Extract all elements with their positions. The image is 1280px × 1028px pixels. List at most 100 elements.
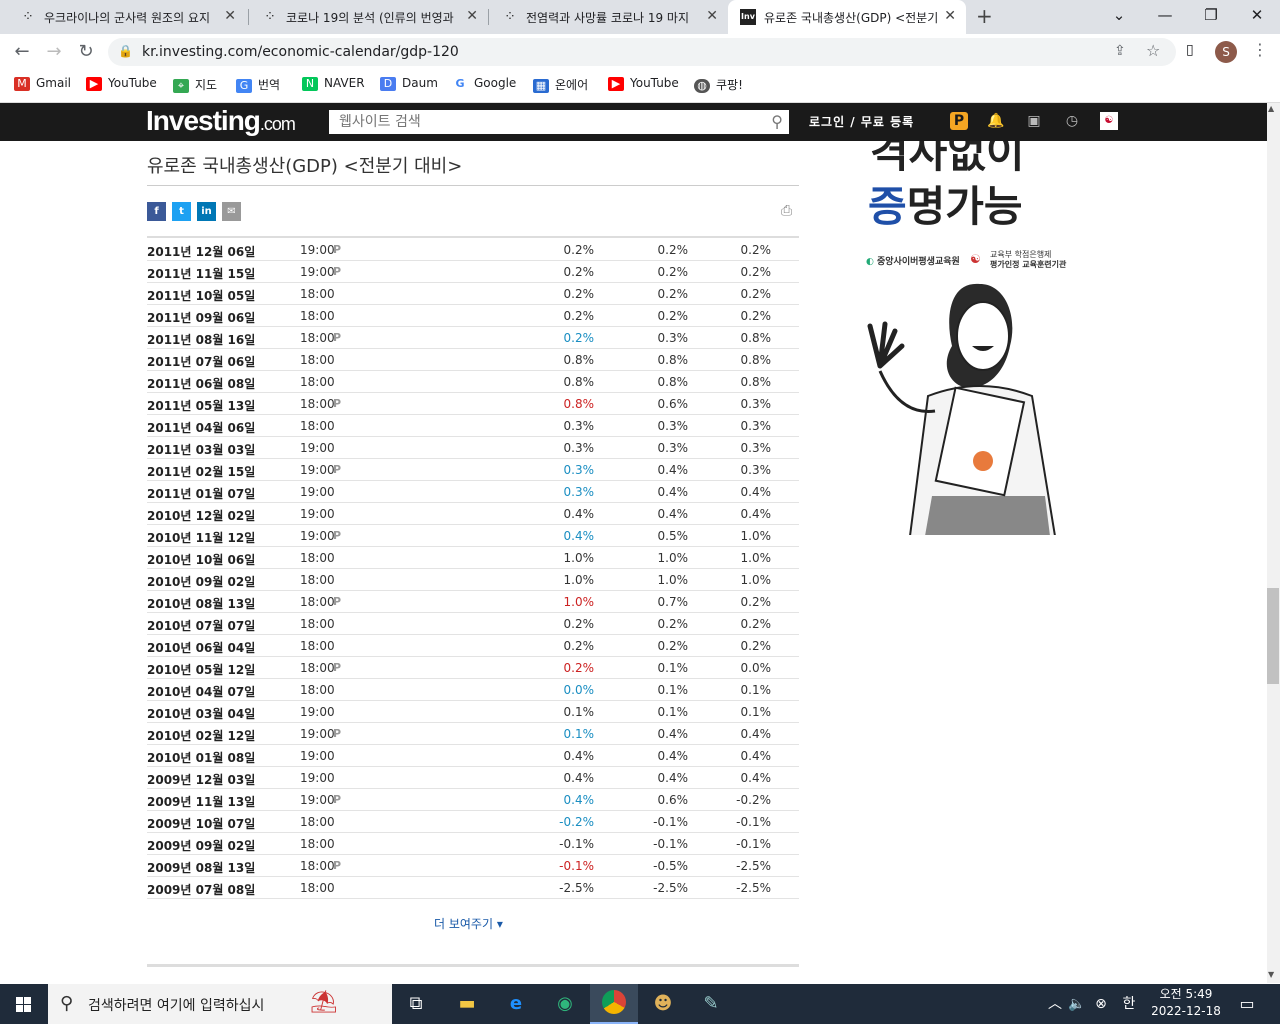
row-time: 19:00 — [300, 463, 335, 477]
row-forecast: 0.3% — [657, 441, 689, 455]
minimize-icon[interactable]: — — [1142, 0, 1188, 30]
row-forecast: 0.3% — [657, 331, 689, 345]
table-row: 2010년 05월 12일 18:00 P 0.2% 0.1% 0.0% — [147, 657, 799, 679]
volume-icon[interactable]: 🔈 — [1064, 992, 1090, 1016]
ad-illus-ok-hand — [867, 321, 905, 369]
search-icon[interactable]: ⚲ — [771, 112, 783, 131]
pro-icon[interactable]: P — [950, 112, 968, 130]
tab-search-icon[interactable]: ⌄ — [1096, 0, 1142, 30]
start-button[interactable] — [0, 984, 48, 1024]
korea-flag-icon[interactable]: ☯ — [1100, 112, 1118, 130]
network-icon[interactable]: ⊗ — [1088, 992, 1114, 1016]
row-date: 2009년 09월 02일 — [147, 839, 256, 853]
bookmark-onair[interactable]: ▦ 온에어 — [533, 76, 588, 93]
tab-1[interactable]: ⁘ 우크라이나의 군사력 원조의 요지 ✕ — [8, 0, 246, 34]
investing-logo[interactable]: Investing.com — [146, 105, 296, 137]
page-scrollbar[interactable] — [1267, 103, 1280, 983]
email-share-icon[interactable]: ✉ — [222, 202, 241, 221]
row-previous: 1.0% — [740, 551, 772, 565]
tab-2[interactable]: ⁘ 코로나 19의 분석 (인류의 번영과 ✕ — [250, 0, 488, 34]
row-date: 2011년 02월 15일 — [147, 465, 256, 479]
reload-icon[interactable]: ↻ — [74, 40, 98, 64]
back-icon[interactable]: ← — [10, 40, 34, 64]
row-actual: 0.0% — [563, 683, 595, 697]
advertisement[interactable]: 격사없이 증명가능 ◐ 중앙사이버평생교육원 ☯ 교육부 학점은행제 평가인정 … — [840, 141, 1090, 535]
restore-icon[interactable]: ❐ — [1188, 0, 1234, 30]
chrome-taskbar-button[interactable] — [590, 984, 638, 1024]
taskbar-clock[interactable]: 오전 5:49 2022-12-18 — [1146, 986, 1226, 1020]
url-text[interactable]: kr.investing.com/economic-calendar/gdp-1… — [142, 44, 459, 60]
login-register-link[interactable]: 로그인 / 무료 등록 — [809, 113, 914, 130]
show-more-link[interactable]: 더 보여주기 ▾ — [434, 915, 503, 932]
daum-icon: D — [380, 76, 396, 91]
twitter-share-icon[interactable]: t — [172, 202, 191, 221]
clock-icon[interactable]: ◷ — [1063, 112, 1081, 130]
forward-icon[interactable]: → — [42, 40, 66, 64]
menu-kebab-icon[interactable]: ⋮ — [1252, 40, 1268, 59]
gmail-icon: M — [14, 76, 30, 91]
taskbar-search-placeholder: 검색하려면 여기에 입력하십시 — [88, 998, 265, 1014]
row-previous: 0.2% — [740, 243, 772, 257]
row-actual: 0.2% — [563, 243, 595, 257]
facebook-share-icon[interactable]: f — [147, 202, 166, 221]
bookmark-youtube[interactable]: ▶ YouTube — [86, 76, 157, 91]
close-tab-icon[interactable]: ✕ — [944, 8, 956, 24]
notification-icon[interactable]: ▭ — [1234, 992, 1260, 1016]
bookmark-label: YouTube — [108, 76, 157, 90]
side-panel-icon[interactable]: ▯ — [1186, 42, 1194, 58]
task-view-icon[interactable]: ⧉ — [403, 992, 429, 1016]
lock-icon[interactable]: 🔒 — [118, 44, 133, 58]
row-date: 2011년 11월 15일 — [147, 267, 256, 281]
file-explorer-icon[interactable]: ▬ — [454, 992, 480, 1016]
portfolio-icon[interactable]: ▣ — [1025, 112, 1043, 130]
bookmark-daum[interactable]: D Daum — [380, 76, 438, 91]
site-search-input[interactable] — [339, 110, 759, 134]
bookmark-coupang[interactable]: ◍ 쿠팡! — [694, 76, 743, 93]
row-time: 19:00 — [300, 441, 335, 455]
ad-org-2-small: 교육부 학점은행제 — [990, 250, 1052, 259]
table-row: 2011년 11월 15일 19:00 P 0.2% 0.2% 0.2% — [147, 261, 799, 283]
paint-icon[interactable]: ✎ — [698, 992, 724, 1016]
linkedin-share-icon[interactable]: in — [197, 202, 216, 221]
scroll-down-icon[interactable]: ▼ — [1268, 970, 1274, 979]
taskbar-search[interactable]: ⚲ 검색하려면 여기에 입력하십시 ⛱ — [48, 984, 392, 1024]
scrollbar-thumb[interactable] — [1267, 588, 1279, 684]
preliminary-marker: P — [333, 331, 342, 344]
site-search[interactable]: ⚲ — [329, 110, 789, 134]
tab-3[interactable]: ⁘ 전염력과 사망률 코로나 19 마지 ✕ — [490, 0, 728, 34]
row-date: 2011년 09월 06일 — [147, 311, 256, 325]
translate-icon: G — [236, 78, 252, 93]
close-tab-icon[interactable]: ✕ — [706, 8, 718, 24]
close-tab-icon[interactable]: ✕ — [466, 8, 478, 24]
bookmark-translate[interactable]: G 번역 — [236, 76, 280, 93]
tab-4-active[interactable]: Inv 유로존 국내총생산(GDP) <전분기 ✕ — [728, 0, 966, 34]
bookmark-maps[interactable]: ⌖ 지도 — [173, 76, 217, 93]
row-time: 18:00 — [300, 287, 335, 301]
scroll-up-icon[interactable]: ▲ — [1268, 104, 1274, 113]
row-forecast: 0.5% — [657, 529, 689, 543]
row-date: 2009년 07월 08일 — [147, 883, 256, 897]
bookmark-google[interactable]: G Google — [452, 76, 516, 91]
share-icon[interactable]: ⇪ — [1114, 43, 1126, 59]
new-tab-button[interactable]: + — [976, 4, 993, 28]
row-previous: 0.8% — [740, 353, 772, 367]
table-row: 2010년 11월 12일 19:00 P 0.4% 0.5% 1.0% — [147, 525, 799, 547]
print-icon[interactable]: ⎙ — [781, 203, 792, 219]
bookmark-naver[interactable]: N NAVER — [302, 76, 365, 91]
internet-explorer-icon[interactable]: e — [503, 992, 529, 1016]
row-forecast: 0.2% — [657, 287, 689, 301]
edge-icon[interactable]: ◉ — [552, 992, 578, 1016]
hangul-app-icon[interactable]: ☻ — [650, 992, 676, 1016]
onair-icon: ▦ — [533, 78, 549, 93]
close-window-icon[interactable]: ✕ — [1234, 0, 1280, 30]
profile-avatar[interactable]: S — [1215, 41, 1237, 63]
bookmark-star-icon[interactable]: ☆ — [1146, 41, 1160, 60]
bell-icon[interactable]: 🔔 — [987, 112, 1005, 130]
bookmark-youtube-2[interactable]: ▶ YouTube — [608, 76, 679, 91]
bookmark-gmail[interactable]: M Gmail — [14, 76, 71, 91]
row-previous: 0.2% — [740, 617, 772, 631]
row-previous: 0.4% — [740, 507, 772, 521]
row-forecast: 0.8% — [657, 353, 689, 367]
ime-indicator[interactable]: 한 — [1116, 992, 1142, 1016]
close-tab-icon[interactable]: ✕ — [224, 8, 236, 24]
